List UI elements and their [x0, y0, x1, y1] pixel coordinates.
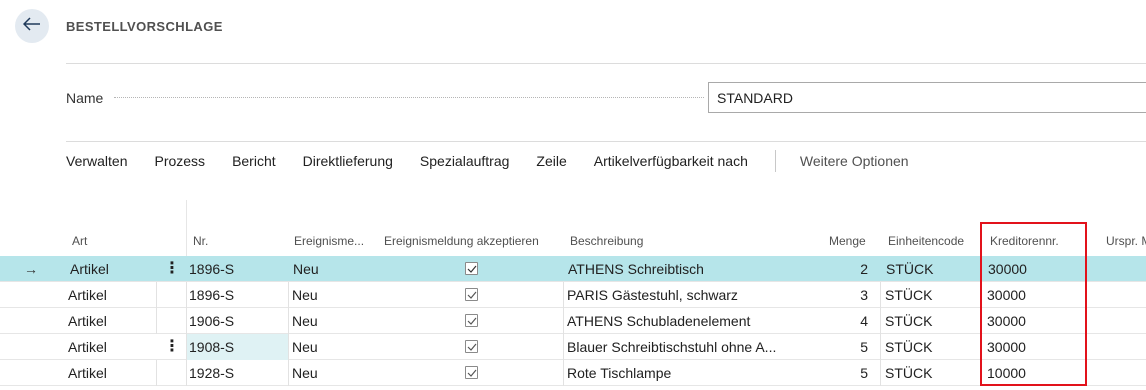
table-row[interactable]: Artikel 1928-S Neu Rote Tischlampe 5 STÜ…: [0, 360, 1146, 386]
accept-checkbox[interactable]: [465, 314, 478, 327]
name-field[interactable]: STANDARD: [708, 82, 1146, 113]
cell-kreditor[interactable]: 10000: [980, 360, 1087, 386]
cell-art[interactable]: Artikel: [70, 256, 160, 282]
cell-nr[interactable]: 1908-S: [186, 334, 288, 360]
cell-menge[interactable]: 4: [780, 308, 868, 334]
row-selected-arrow-icon: →: [24, 261, 38, 277]
cell-nr[interactable]: 1896-S: [186, 282, 288, 308]
cell-beschreibung[interactable]: Rote Tischlampe: [563, 360, 780, 386]
cell-spacer: [156, 308, 186, 334]
cell-ereignis[interactable]: Neu: [293, 256, 378, 282]
cell-einheit[interactable]: STÜCK: [880, 360, 980, 386]
cell-beschreibung[interactable]: ATHENS Schreibtisch: [568, 256, 773, 282]
table-row[interactable]: Artikel 1906-S Neu ATHENS Schubladenelem…: [0, 308, 1146, 334]
cell-spacer: [156, 360, 186, 386]
row-actions-icon[interactable]: ⋮: [162, 256, 182, 282]
cell-kreditor[interactable]: 30000: [980, 308, 1087, 334]
cell-nr[interactable]: 1928-S: [186, 360, 288, 386]
cell-ereignis[interactable]: Neu: [288, 282, 378, 308]
action-bar: Verwalten Prozess Bericht Direktlieferun…: [66, 150, 909, 172]
cell-beschreibung[interactable]: PARIS Gästestuhl, schwarz: [563, 282, 780, 308]
cell-spacer: [156, 282, 186, 308]
table-row[interactable]: Artikel 1896-S Neu PARIS Gästestuhl, sch…: [0, 282, 1146, 308]
action-spezialauftrag[interactable]: Spezialauftrag: [420, 153, 510, 169]
accept-checkbox[interactable]: [465, 288, 478, 301]
column-separator: [186, 200, 187, 256]
column-header-beschreibung[interactable]: Beschreibung: [570, 234, 643, 248]
cell-menge[interactable]: 2: [780, 256, 868, 282]
cell-art[interactable]: Artikel: [68, 360, 156, 386]
more-options-button[interactable]: Weitere Optionen: [800, 153, 909, 169]
row-actions-icon[interactable]: ⋮: [162, 334, 182, 360]
cell-ereignis[interactable]: Neu: [288, 360, 378, 386]
table-row[interactable]: → Artikel ⋮ 1896-S Neu ATHENS Schreibtis…: [0, 256, 1146, 282]
cell-menge[interactable]: 3: [780, 282, 868, 308]
action-bericht[interactable]: Bericht: [232, 153, 276, 169]
column-header-akzeptieren[interactable]: Ereignismeldung akzeptieren: [384, 234, 539, 248]
cell-nr[interactable]: 1896-S: [189, 256, 287, 282]
name-leader-dots: [114, 97, 704, 98]
cell-beschreibung[interactable]: Blauer Schreibtischstuhl ohne A...: [563, 334, 780, 360]
column-header-kreditorennr[interactable]: Kreditorennr.: [990, 234, 1059, 248]
page-title: BESTELLVORSCHLAGE: [66, 19, 223, 34]
action-separator: [774, 150, 776, 172]
action-verwalten[interactable]: Verwalten: [66, 153, 127, 169]
column-header-nr[interactable]: Nr.: [193, 234, 208, 248]
action-artikelverfuegbarkeit[interactable]: Artikelverfügbarkeit nach: [594, 153, 748, 169]
column-header-menge[interactable]: Menge: [829, 234, 866, 248]
action-direktlieferung[interactable]: Direktlieferung: [303, 153, 393, 169]
cell-menge[interactable]: 5: [780, 334, 868, 360]
accept-checkbox[interactable]: [465, 262, 478, 275]
accept-checkbox[interactable]: [465, 340, 478, 353]
cell-beschreibung[interactable]: ATHENS Schubladenelement: [563, 308, 780, 334]
cell-art[interactable]: Artikel: [68, 282, 156, 308]
name-label: Name: [66, 90, 104, 106]
column-header-einheitencode[interactable]: Einheitencode: [888, 234, 964, 248]
cell-kreditor[interactable]: 30000: [980, 282, 1087, 308]
cell-menge[interactable]: 5: [780, 360, 868, 386]
divider: [66, 141, 1146, 142]
back-button[interactable]: [15, 9, 49, 43]
action-prozess[interactable]: Prozess: [154, 153, 205, 169]
column-header-art[interactable]: Art: [72, 234, 87, 248]
cell-kreditor[interactable]: 30000: [988, 256, 1083, 282]
cell-kreditor[interactable]: 30000: [980, 334, 1087, 360]
cell-einheit[interactable]: STÜCK: [880, 308, 980, 334]
column-header-ereignismeldung[interactable]: Ereignisme...: [294, 234, 364, 248]
accept-checkbox[interactable]: [465, 366, 478, 379]
cell-art[interactable]: Artikel: [68, 334, 156, 360]
cell-art[interactable]: Artikel: [68, 308, 156, 334]
cell-einheit[interactable]: STÜCK: [886, 256, 976, 282]
cell-einheit[interactable]: STÜCK: [880, 282, 980, 308]
table-row[interactable]: Artikel ⋮ 1908-S Neu Blauer Schreibtisch…: [0, 334, 1146, 360]
arrow-left-icon: [22, 16, 41, 36]
cell-nr[interactable]: 1906-S: [186, 308, 288, 334]
cell-ereignis[interactable]: Neu: [288, 334, 378, 360]
cell-einheit[interactable]: STÜCK: [880, 334, 980, 360]
divider: [66, 63, 1146, 64]
action-zeile[interactable]: Zeile: [536, 153, 566, 169]
column-header-urspr[interactable]: Urspr. M: [1106, 234, 1146, 248]
cell-ereignis[interactable]: Neu: [288, 308, 378, 334]
